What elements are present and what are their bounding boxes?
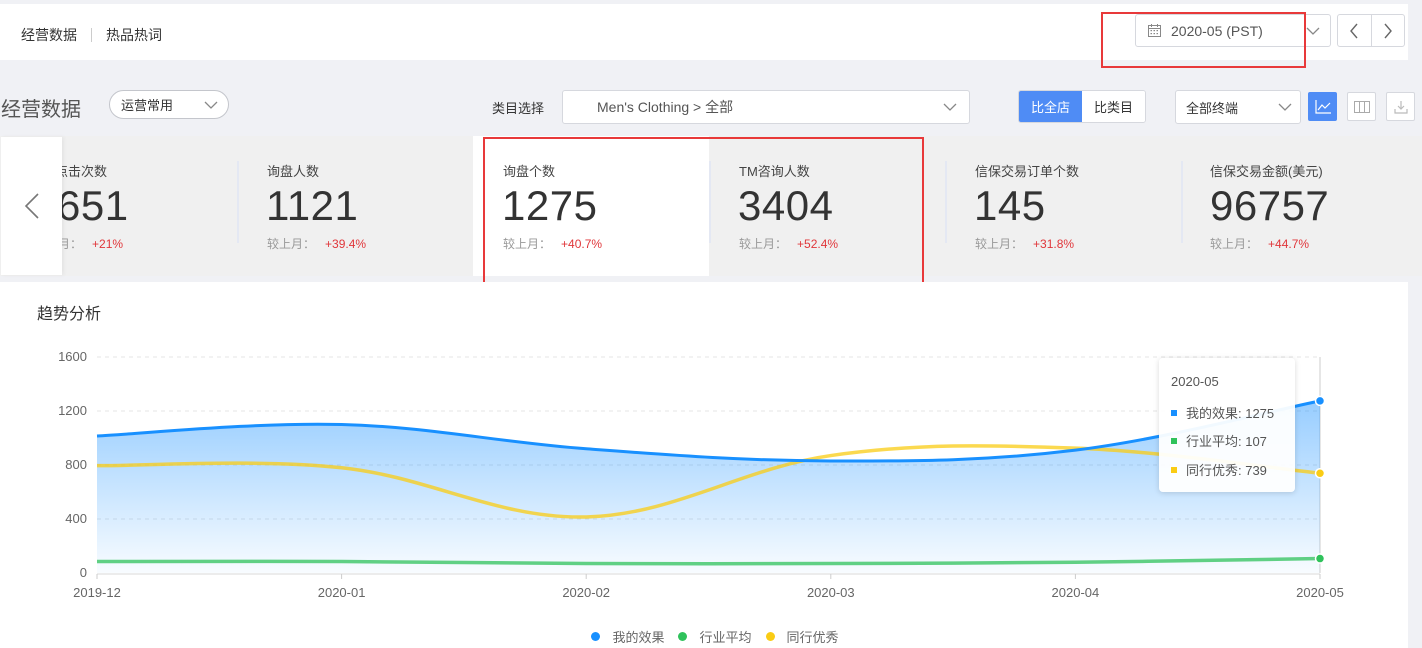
series-swatch-icon [1171, 466, 1177, 473]
y-tick-label: 0 [80, 565, 87, 580]
series-point-1 [1314, 553, 1326, 564]
x-tick-label: 2019-12 [73, 585, 121, 600]
tooltip-row-label: 我的效果: 1275 [1186, 406, 1275, 421]
legend-item[interactable]: 我的效果 [591, 627, 664, 646]
x-tick-label: 2020-01 [318, 585, 366, 600]
y-tick-label: 400 [65, 511, 87, 526]
tooltip-row-label: 行业平均: 107 [1186, 434, 1267, 449]
legend-label: 我的效果 [612, 630, 665, 645]
y-tick-label: 1600 [58, 349, 87, 364]
x-tick-label: 2020-05 [1296, 585, 1344, 600]
legend-item[interactable]: 行业平均 [678, 627, 752, 646]
legend-dot-icon [765, 632, 775, 641]
y-tick-label: 800 [65, 457, 87, 472]
tooltip-row-label: 同行优秀: 739 [1186, 463, 1267, 478]
chart-tooltip: 2020-05 我的效果: 1275 行业平均: 107 同行优秀: 739 [1159, 358, 1295, 492]
series-area-0 [97, 400, 1320, 573]
legend-dot-icon [591, 632, 601, 641]
legend-dot-icon [678, 632, 688, 641]
x-tick-label: 2020-02 [562, 585, 610, 600]
tooltip-row: 行业平均: 107 [1171, 431, 1267, 450]
series-swatch-icon [1171, 437, 1177, 444]
tooltip-title: 2020-05 [1171, 374, 1219, 389]
series-point-2 [1314, 467, 1326, 479]
series-point-0 [1314, 395, 1326, 407]
x-tick-label: 2020-03 [807, 585, 855, 600]
x-tick-label: 2020-04 [1052, 585, 1100, 600]
legend-label: 行业平均 [699, 630, 752, 645]
legend-label: 同行优秀 [786, 630, 839, 645]
chart-legend: 我的效果 行业平均 同行优秀 [0, 627, 1422, 646]
tooltip-row: 我的效果: 1275 [1171, 403, 1274, 422]
y-tick-label: 1200 [58, 403, 87, 418]
trend-chart[interactable]: 0 400 800 1200 1600 2019-12 2020-01 2020-02 2020… [0, 0, 1422, 648]
legend-item[interactable]: 同行优秀 [765, 627, 839, 646]
series-swatch-icon [1171, 409, 1177, 416]
tooltip-row: 同行优秀: 739 [1171, 460, 1267, 479]
